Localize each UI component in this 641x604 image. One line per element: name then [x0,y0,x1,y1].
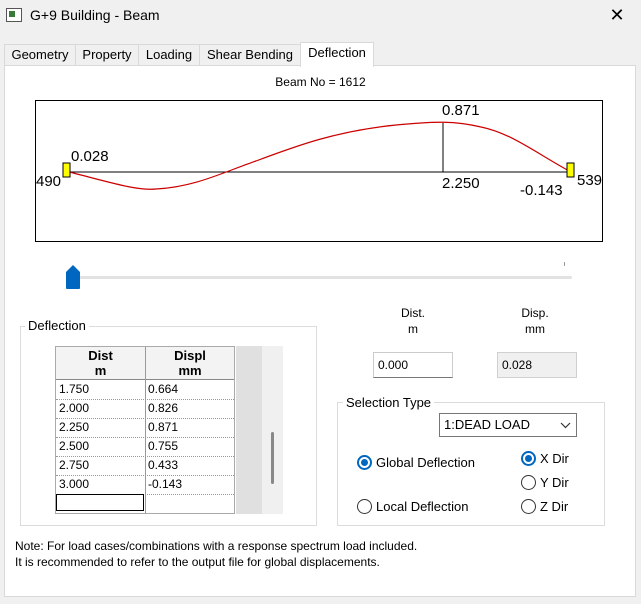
z-dir-label[interactable]: Z Dir [540,499,568,514]
dist-readout-title: Dist. [401,306,425,320]
disp-output: 0.028 [497,352,577,378]
dist-readout-unit: m [408,322,418,336]
table-row[interactable]: 2.000 0.826 [56,399,234,419]
y-dir-radio[interactable] [521,475,536,490]
app-icon [6,8,22,22]
note-line-2: It is recommended to refer to the output… [15,555,380,569]
dist-header-unit: m [94,363,107,378]
end-value-label: -0.143 [520,182,563,199]
table-scrollbar[interactable] [262,346,283,514]
dist-cell: 2.500 [59,439,90,453]
dist-cell: 2.000 [59,401,90,415]
tab-deflection[interactable]: Deflection [300,42,374,67]
max-position-label: 2.250 [442,175,480,192]
dist-cell: 1.750 [59,382,90,396]
slider-tick [564,262,565,266]
title-bar: G+9 Building - Beam ✕ [0,0,641,32]
position-slider-thumb[interactable] [66,265,80,289]
global-deflection-label[interactable]: Global Deflection [376,455,475,470]
end-node-marker [566,162,575,178]
load-case-select[interactable]: 1:DEAD LOAD [439,413,577,437]
new-row-cell[interactable] [56,494,144,511]
scrollbar-thumb[interactable] [271,432,274,484]
y-dir-label[interactable]: Y Dir [540,475,569,490]
dist-column-header[interactable]: Dist m [56,348,145,378]
position-slider-track[interactable] [72,276,572,279]
deflection-table: Dist m Displ mm 1.750 0.664 2.000 0.826 … [55,346,235,514]
dist-readout-label: Dist. m [383,305,443,337]
deflection-curve [68,121,572,190]
displ-cell: 0.664 [148,382,179,396]
table-empty-area [236,346,262,514]
displ-cell: 0.755 [148,439,179,453]
tab-geometry[interactable]: Geometry [4,44,76,65]
window-title: G+9 Building - Beam [30,7,160,23]
x-dir-radio[interactable] [521,451,536,466]
tab-loading[interactable]: Loading [138,44,200,65]
displ-cell: -0.143 [148,477,183,491]
start-value-label: 0.028 [71,148,109,165]
note-text: Note: For load cases/combinations with a… [15,538,417,570]
displ-header-text: Displ [174,348,206,363]
max-value-label: 0.871 [442,102,480,119]
table-row[interactable]: 3.000 -0.143 [56,475,234,495]
diagram-canvas [62,121,575,190]
table-row[interactable]: 1.750 0.664 [56,380,234,400]
disp-readout-label: Disp. mm [505,305,565,337]
x-dir-label[interactable]: X Dir [540,451,569,466]
start-node-marker [62,162,71,178]
close-button[interactable]: ✕ [599,2,635,28]
beam-number: Beam No = 1612 [275,75,366,89]
displ-cell: 0.826 [148,401,179,415]
table-row-new[interactable] [56,494,234,513]
start-node-label: 490 [36,173,62,190]
displ-column-header[interactable]: Displ mm [146,348,234,378]
global-deflection-radio[interactable] [357,455,372,470]
selection-type-title: Selection Type [343,395,435,410]
deflection-diagram: 490 539 0.028 0.871 2.250 -0.143 [35,100,603,242]
load-case-value: 1:DEAD LOAD [444,417,530,432]
dist-input[interactable]: 0.000 [373,352,453,378]
displ-cell: 0.871 [148,420,179,434]
dist-cell: 2.250 [59,420,90,434]
dist-header-text: Dist [88,348,113,363]
tab-shear-bending[interactable]: Shear Bending [199,44,301,65]
table-row[interactable]: 2.250 0.871 [56,418,234,438]
disp-readout-title: Disp. [521,306,549,320]
local-deflection-radio[interactable] [357,499,372,514]
end-node-label: 539 [577,172,603,189]
tab-property[interactable]: Property [75,44,139,65]
table-row[interactable]: 2.500 0.755 [56,437,234,457]
table-row[interactable]: 2.750 0.433 [56,456,234,476]
displ-cell: 0.433 [148,458,179,472]
note-line-1: Note: For load cases/combinations with a… [15,539,418,553]
dist-cell: 3.000 [59,477,90,491]
displ-header-unit: mm [178,363,202,378]
local-deflection-label[interactable]: Local Deflection [376,499,469,514]
disp-readout-unit: mm [525,322,545,336]
chevron-down-icon [560,414,571,443]
z-dir-radio[interactable] [521,499,536,514]
dist-cell: 2.750 [59,458,90,472]
deflection-group-title: Deflection [25,318,89,333]
